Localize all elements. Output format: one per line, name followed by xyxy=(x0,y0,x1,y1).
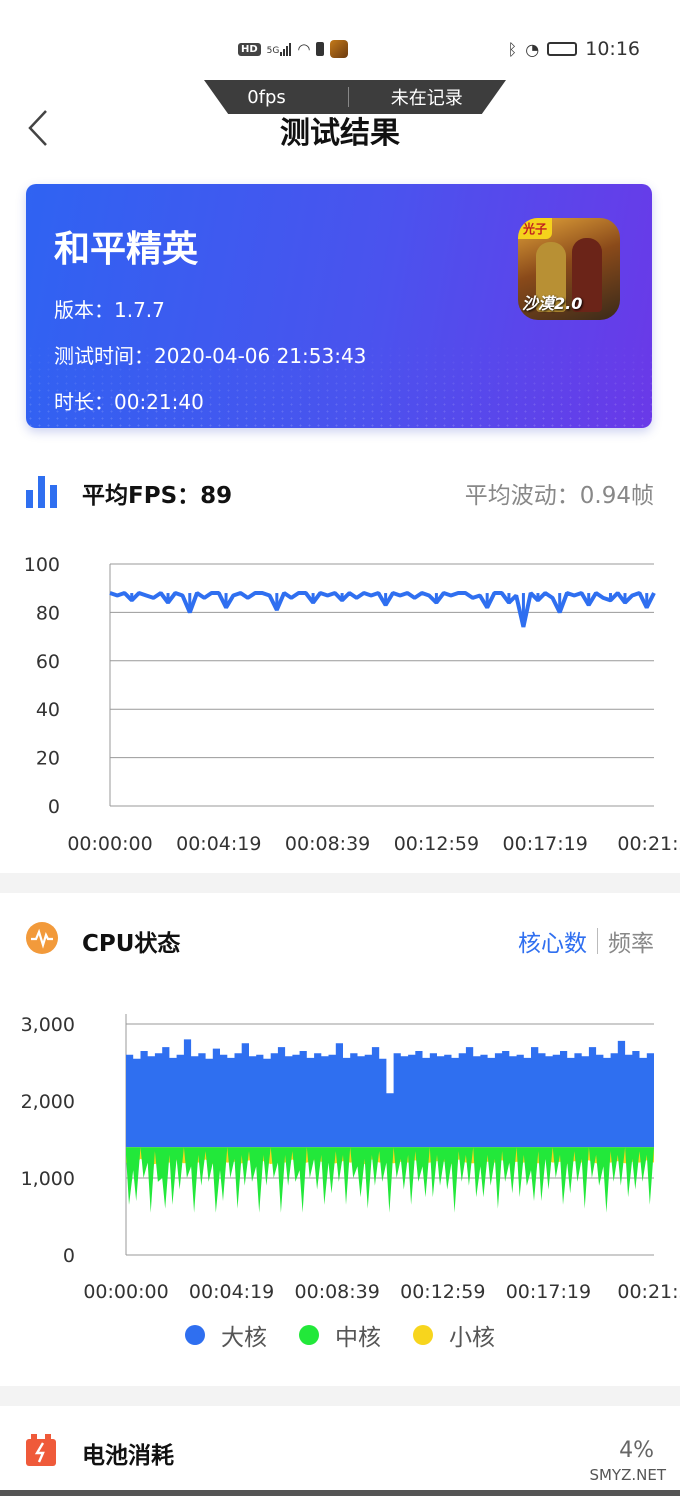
y-tick-label: 60 xyxy=(36,651,60,673)
avg-fps: 平均FPS：89 xyxy=(82,483,233,509)
battery-section-header: 电池消耗 xyxy=(26,1432,654,1472)
game-icon xyxy=(330,40,349,58)
legend-label-big: 大核 xyxy=(221,1325,267,1351)
watermark: SMYZ.NET xyxy=(589,1466,666,1484)
battery-title: 电池消耗 xyxy=(82,1443,174,1469)
legend-label-small: 小核 xyxy=(449,1325,495,1351)
app-icon-badge: 沙漠2.0 xyxy=(522,294,583,313)
nav-bar xyxy=(0,1490,680,1496)
fps-chart: 100 80 60 40 20 0 00:00:00 00:04:19 00:08:39 00:1… xyxy=(0,540,680,860)
legend-item: 小核 xyxy=(413,1318,495,1352)
clock: 10:16 xyxy=(585,38,640,60)
legend-item: 中核 xyxy=(299,1318,381,1352)
y-tick-label: 100 xyxy=(24,554,60,576)
y-tick-label: 3,000 xyxy=(21,1014,75,1036)
legend-item: 大核 xyxy=(185,1318,267,1352)
hd-icon: HD xyxy=(238,42,261,56)
y-tick-label: 1,000 xyxy=(21,1168,75,1190)
y-tick-label: 2,000 xyxy=(21,1091,75,1113)
cpu-big-core-area xyxy=(126,1039,654,1148)
fps-section-header: 平均FPS：89 平均波动：0.94帧 xyxy=(26,472,654,512)
game-info-card: 和平精英 版本：1.7.7 测试时间：2020-04-06 21:53:43 时… xyxy=(26,184,652,428)
legend-dot-small xyxy=(413,1325,433,1345)
test-duration: 时长：00:21:40 xyxy=(54,390,204,414)
legend-label-mid: 中核 xyxy=(335,1325,381,1351)
section-divider xyxy=(0,1386,680,1406)
fps-series-line xyxy=(109,591,656,628)
battery-value: 4% xyxy=(619,1438,654,1463)
game-app-icon: 光子 沙漠2.0 xyxy=(518,218,620,320)
pulse-icon xyxy=(26,922,58,954)
wifi-icon: ◠ xyxy=(297,40,311,58)
app-icon-tag: 光子 xyxy=(518,218,553,239)
y-tick-label: 0 xyxy=(48,796,60,818)
x-tick-label: 00:21:3 xyxy=(617,833,680,855)
y-tick-label: 20 xyxy=(36,748,60,770)
battery-drain-icon xyxy=(26,1434,56,1466)
overlay-recording: 未在记录 xyxy=(390,88,463,109)
x-tick-label: 00:21:3 xyxy=(617,1281,680,1303)
cpu-title: CPU状态 xyxy=(82,931,181,957)
x-tick-label: 00:17:19 xyxy=(506,1281,591,1303)
x-tick-label: 00:04:19 xyxy=(176,833,261,855)
y-tick-label: 40 xyxy=(36,699,60,721)
battery-icon xyxy=(547,42,578,56)
test-time: 测试时间：2020-04-06 21:53:43 xyxy=(54,344,367,368)
legend-dot-mid xyxy=(299,1325,319,1345)
cpu-chart: 3,000 2,000 1,000 0 00:00:00 00:04:19 00:08:39… xyxy=(0,1000,680,1310)
tab-frequency[interactable]: 频率 xyxy=(608,924,654,958)
cpu-section-header: CPU状态 核心数 频率 xyxy=(26,920,654,960)
game-version: 版本：1.7.7 xyxy=(54,298,165,322)
battery-small-icon xyxy=(316,42,325,56)
x-tick-label: 00:12:59 xyxy=(400,1281,485,1303)
x-tick-label: 00:00:00 xyxy=(67,833,152,855)
tab-cores[interactable]: 核心数 xyxy=(518,924,587,958)
x-tick-label: 00:08:39 xyxy=(285,833,370,855)
x-tick-label: 00:04:19 xyxy=(189,1281,274,1303)
x-tick-label: 00:12:59 xyxy=(394,833,479,855)
x-tick-label: 00:17:19 xyxy=(503,833,588,855)
y-tick-label: 80 xyxy=(36,602,60,624)
x-tick-label: 00:08:39 xyxy=(295,1281,380,1303)
bar-chart-icon xyxy=(26,476,57,508)
page-title: 测试结果 xyxy=(280,116,400,151)
cpu-legend: 大核 中核 小核 xyxy=(0,1318,680,1352)
signal-icon: 5G xyxy=(267,42,292,56)
game-name: 和平精英 xyxy=(54,229,199,270)
legend-dot-big xyxy=(185,1325,205,1345)
x-tick-label: 00:00:00 xyxy=(83,1281,168,1303)
avg-fluctuation: 平均波动：0.94帧 xyxy=(464,483,654,509)
bluetooth-icon: ᛒ xyxy=(507,39,518,59)
overlay-fps: 0fps xyxy=(247,86,286,108)
section-divider xyxy=(0,873,680,893)
y-tick-label: 0 xyxy=(63,1245,75,1267)
speed-icon: ◔ xyxy=(525,39,540,59)
